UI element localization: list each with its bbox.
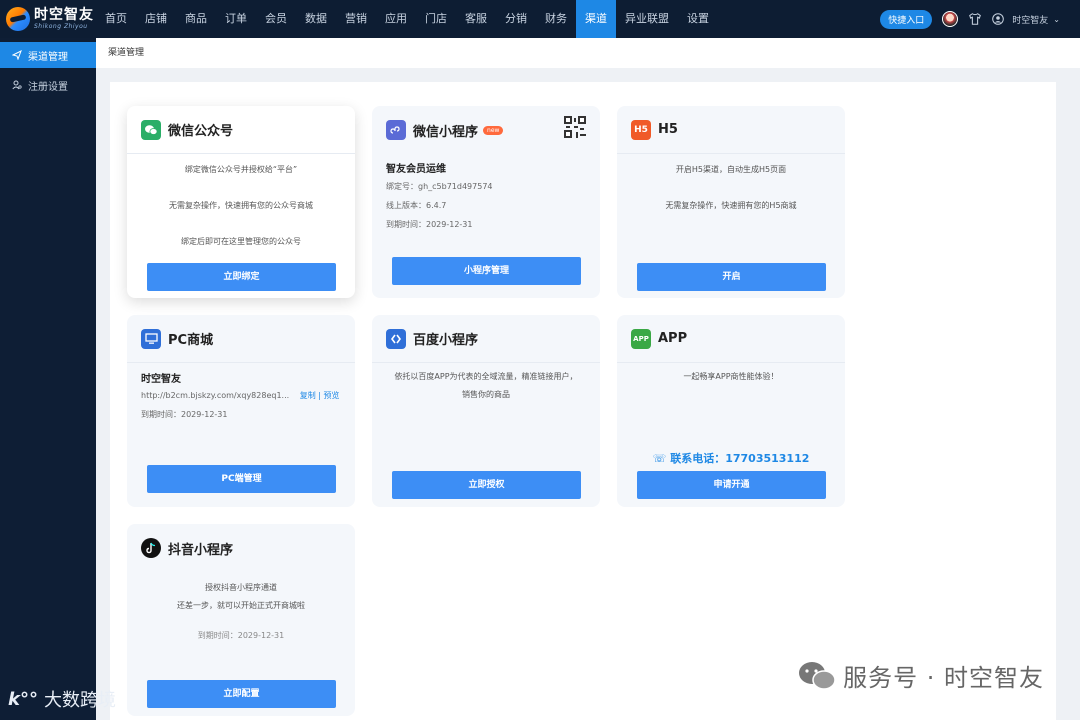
card-description: 授权抖音小程序通道 <box>205 583 277 592</box>
card-description: 还差一步，就可以开始正式开商城啦 <box>177 601 305 610</box>
card-description: 开启H5渠道，自动生成H5页面 <box>675 165 787 174</box>
nav-item[interactable]: 财务 <box>536 0 576 38</box>
baidu-icon <box>386 328 406 349</box>
send-icon <box>12 50 22 60</box>
pc-mall-name: 时空智友 <box>141 374 181 385</box>
mini-program-version: 线上版本：6.4.7 <box>386 201 447 210</box>
user-name[interactable]: 时空智友 <box>1012 13 1048 26</box>
brand-logo[interactable]: 时空智友 Shikong Zhiyou <box>0 0 96 38</box>
card-h5: H5 H5 开启H5渠道，自动生成H5页面 无需复杂操作，快速拥有您的H5商城 … <box>617 106 845 298</box>
card-description: 依托以百度APP为代表的全域流量，精准链接用户， <box>394 372 578 381</box>
card-title: 抖音小程序 <box>168 542 234 558</box>
avatar[interactable] <box>942 11 959 27</box>
watermark-text: 服务号 · 时空智友 <box>843 664 1044 692</box>
nav-item[interactable]: 营销 <box>336 0 376 38</box>
monitor-icon <box>141 328 161 349</box>
card-title: PC商城 <box>168 333 214 348</box>
card-description: 绑定微信公众号并授权给“平台” <box>184 165 298 174</box>
sidebar: 渠道管理 注册设置 <box>0 38 96 720</box>
card-title: APP <box>658 331 688 346</box>
nav-item[interactable]: 订单 <box>216 0 256 38</box>
chevron-down-icon[interactable]: ⌄ <box>1053 15 1060 24</box>
nav-item[interactable]: 异业联盟 <box>616 0 678 38</box>
apply-open-button[interactable]: 申请开通 <box>637 471 826 499</box>
pc-mall-url: http://b2cm.bjskzy.com/xqy828eq1... <box>141 391 290 400</box>
top-navbar: 时空智友 Shikong Zhiyou 首页 店铺 商品 订单 会员 数据 营销 应用 门店 客服… <box>0 0 1080 38</box>
card-wechat-official-account: 微信公众号 绑定微信公众号并授权给“平台” 无需复杂操作，快速拥有您的公众号商城… <box>127 106 355 298</box>
wechat-icon <box>141 119 161 140</box>
qr-code-icon[interactable] <box>564 116 586 138</box>
card-description: 销售你的商品 <box>462 390 510 399</box>
sidebar-item-channel-management[interactable]: 渠道管理 <box>0 42 96 68</box>
link-separator: | <box>315 391 324 400</box>
douyin-icon <box>141 538 161 558</box>
logo-mark-icon <box>6 7 30 31</box>
card-douyin-mini-program: 抖音小程序 授权抖音小程序通道 还差一步，就可以开始正式开商城啦 到期时间：20… <box>127 524 355 716</box>
main-area: 渠道管理 微信公众号 绑定微信公众号并授权给“平台” 无需复杂操作，快速拥有您的… <box>96 38 1080 720</box>
mini-program-expire: 到期时间：2029-12-31 <box>386 220 473 229</box>
mini-program-manage-button[interactable]: 小程序管理 <box>392 257 581 285</box>
user-settings-icon <box>12 80 22 90</box>
logo-text: 时空智友 <box>34 7 94 23</box>
nav-item[interactable]: 会员 <box>256 0 296 38</box>
breadcrumb: 渠道管理 <box>96 38 1080 68</box>
nav-item[interactable]: 门店 <box>416 0 456 38</box>
sidebar-item-label: 渠道管理 <box>28 51 68 63</box>
h5-icon: H5 <box>631 119 651 140</box>
contact-phone: 联系电话：17703513112 <box>670 452 810 465</box>
mini-program-name: 智友会员运维 <box>386 164 446 175</box>
corner-watermark: k°° 大数跨境 <box>8 686 116 712</box>
preview-link[interactable]: 预览 <box>324 391 340 400</box>
nav-item[interactable]: 分销 <box>496 0 536 38</box>
nav-item[interactable]: 设置 <box>678 0 718 38</box>
user-icon[interactable] <box>992 13 1005 25</box>
nav-item[interactable]: 数据 <box>296 0 336 38</box>
pc-manage-button[interactable]: PC端管理 <box>147 465 336 493</box>
app-icon: APP <box>631 328 651 349</box>
wechat-watermark-icon <box>799 661 836 690</box>
sidebar-item-label: 注册设置 <box>28 81 68 93</box>
main-nav: 首页 店铺 商品 订单 会员 数据 营销 应用 门店 客服 分销 财务 渠道 异业联盟 设置 <box>96 0 718 38</box>
card-title: 微信公众号 <box>168 124 234 139</box>
nav-item[interactable]: 商品 <box>176 0 216 38</box>
card-description: 无需复杂操作，快速拥有您的H5商城 <box>665 201 797 210</box>
quick-entry-button[interactable]: 快捷入口 <box>880 9 933 29</box>
card-title: 百度小程序 <box>413 333 479 348</box>
douyin-expire: 到期时间：2029-12-31 <box>197 631 285 640</box>
authorize-now-button[interactable]: 立即授权 <box>392 471 581 499</box>
card-baidu-mini-program: 百度小程序 依托以百度APP为代表的全域流量，精准链接用户， 销售你的商品 立即… <box>372 315 600 507</box>
copy-link[interactable]: 复制 <box>300 391 316 400</box>
card-description: 一起畅享APP商性能体验！ <box>683 372 779 381</box>
enable-h5-button[interactable]: 开启 <box>637 263 826 291</box>
corner-watermark-text: 大数跨境 <box>43 690 116 711</box>
channel-panel: 微信公众号 绑定微信公众号并授权给“平台” 无需复杂操作，快速拥有您的公众号商城… <box>110 82 1056 720</box>
new-badge: new <box>483 125 504 135</box>
bind-now-button[interactable]: 立即绑定 <box>147 263 336 291</box>
nav-item[interactable]: 首页 <box>96 0 136 38</box>
card-pc-mall: PC商城 时空智友 http://b2cm.bjskzy.com/xqy828e… <box>127 315 355 507</box>
logo-subtext: Shikong Zhiyou <box>34 23 88 30</box>
card-title: H5 <box>658 122 678 137</box>
nav-item[interactable]: 渠道 <box>576 0 616 38</box>
watermark: 服务号 · 时空智友 <box>797 658 1044 693</box>
configure-now-button[interactable]: 立即配置 <box>147 680 336 708</box>
card-title: 微信小程序 <box>413 124 479 140</box>
card-wechat-mini-program: 微信小程序 new 智友会员运维 绑定号：gh_c5b71d497574 线上版… <box>372 106 600 298</box>
nav-item[interactable]: 应用 <box>376 0 416 38</box>
corner-logo-icon: k°° <box>8 688 38 710</box>
card-description: 绑定后即可在这里管理您的公众号 <box>181 237 301 246</box>
mini-program-appid: 绑定号：gh_c5b71d497574 <box>386 182 493 191</box>
nav-item[interactable]: 店铺 <box>136 0 176 38</box>
card-description: 无需复杂操作，快速拥有您的公众号商城 <box>169 201 313 210</box>
headset-icon: ☏ <box>652 452 667 465</box>
pc-mall-expire: 到期时间：2029-12-31 <box>141 410 228 419</box>
card-app: APP APP 一起畅享APP商性能体验！ ☏ 联系电话：17703513112… <box>617 315 845 507</box>
mini-program-icon <box>386 120 406 140</box>
shirt-icon[interactable] <box>968 12 982 26</box>
nav-item[interactable]: 客服 <box>456 0 496 38</box>
sidebar-item-registration-settings[interactable]: 注册设置 <box>0 72 96 98</box>
